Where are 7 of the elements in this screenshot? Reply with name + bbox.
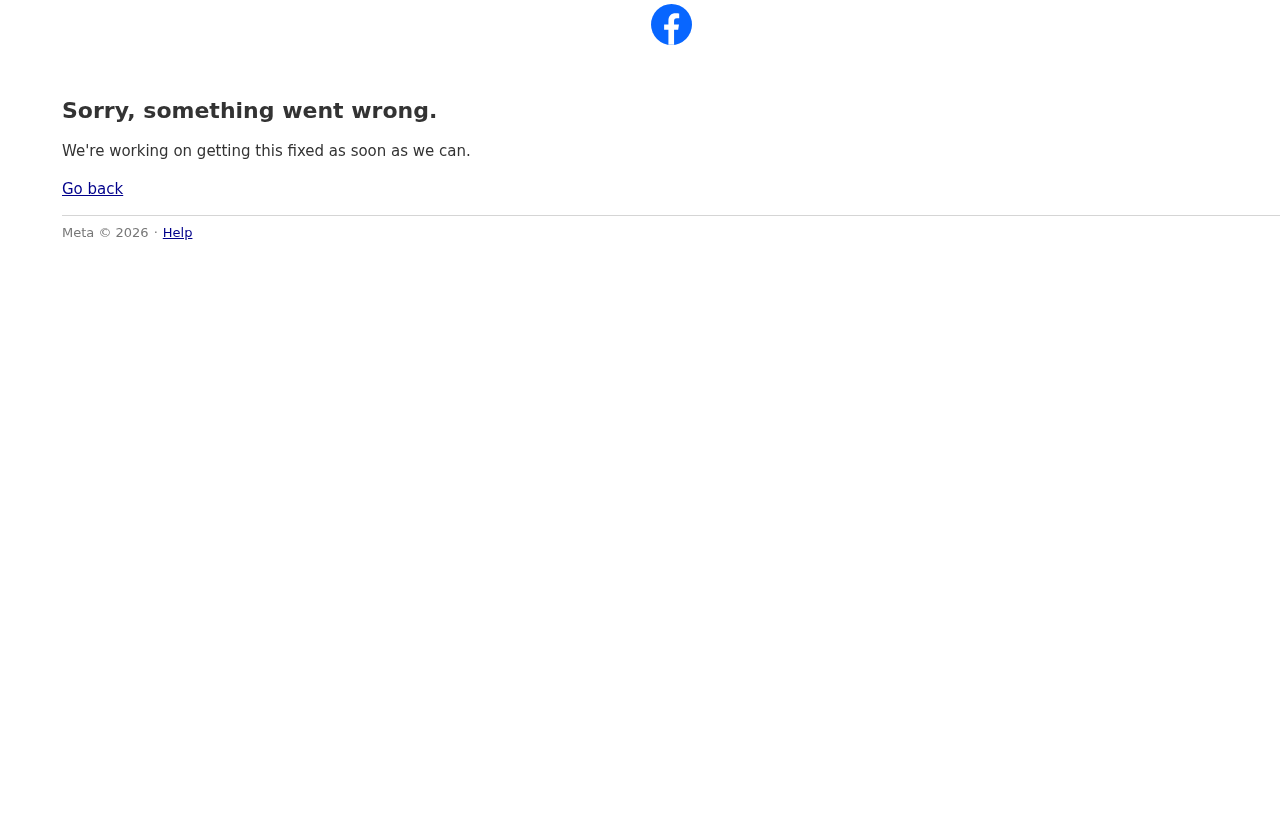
copyright-text: Meta © 2026 <box>62 224 149 242</box>
help-link[interactable]: Help <box>162 224 193 242</box>
separator-dot: · <box>153 224 158 242</box>
go-back-link[interactable]: Go back <box>62 180 124 198</box>
error-message: We're working on getting this fixed as soon as we can. <box>62 141 471 161</box>
logo-icon <box>650 4 692 45</box>
error-heading: Sorry, something went wrong. <box>62 97 438 125</box>
